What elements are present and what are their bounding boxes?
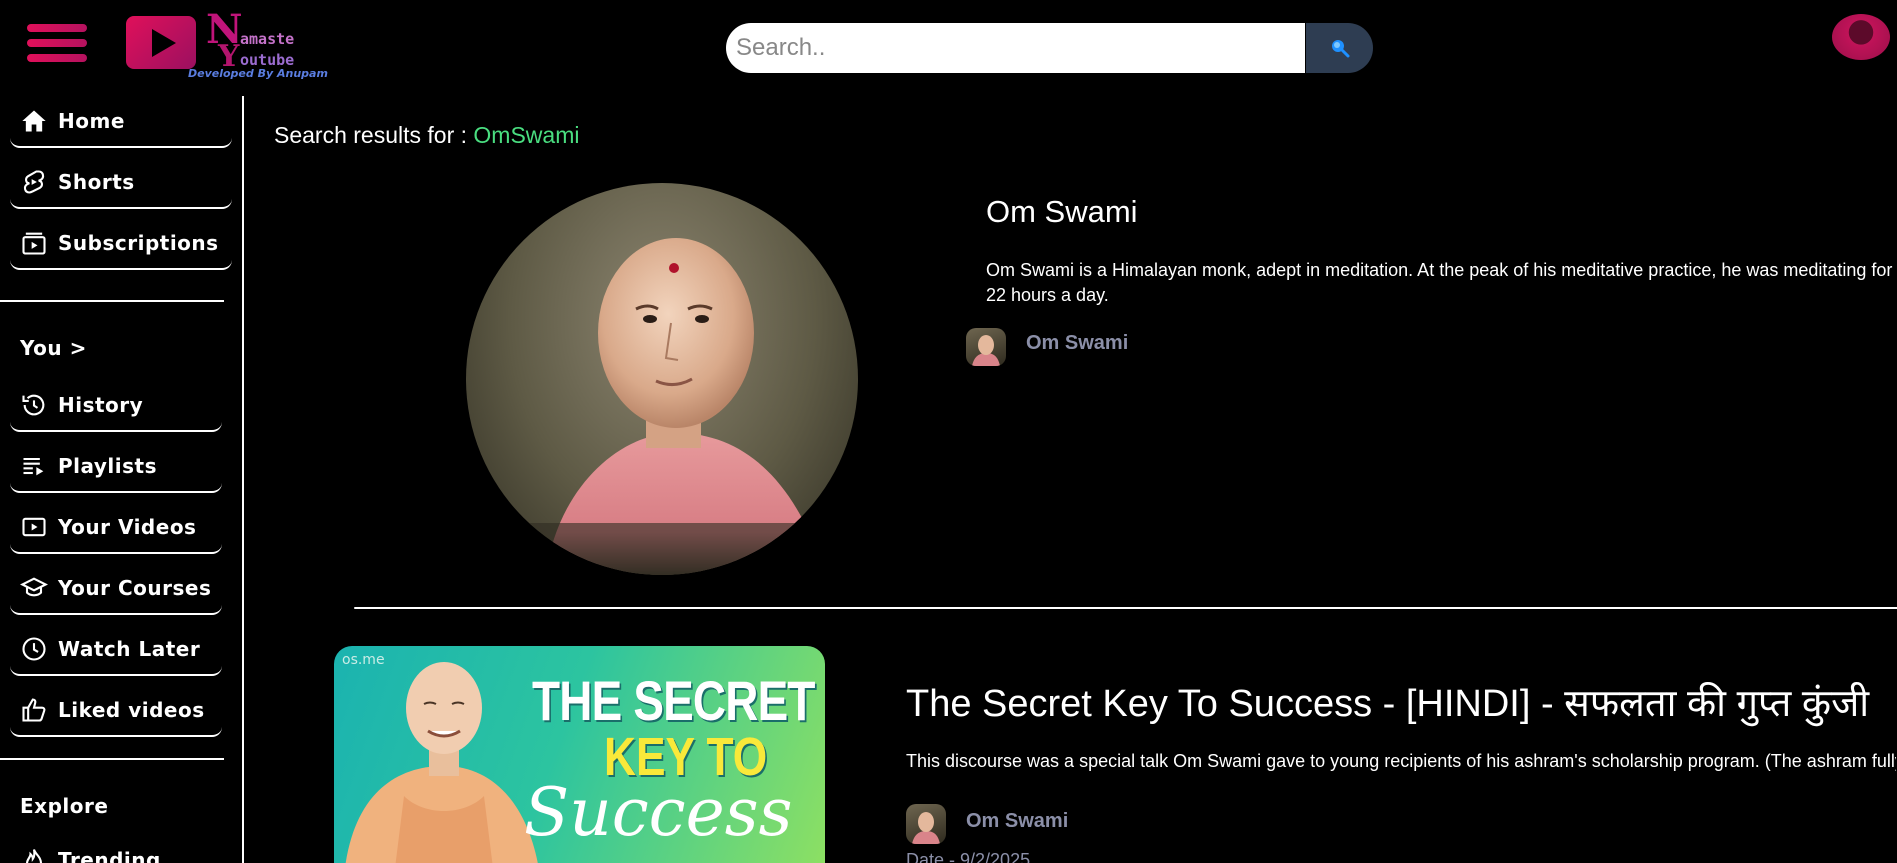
search-icon	[1331, 40, 1349, 58]
sidebar-item-label: Trending	[58, 848, 161, 863]
video-date: Date - 9/2/2025	[906, 850, 1031, 863]
user-avatar[interactable]	[1832, 14, 1890, 60]
sidebar-item-watch-later[interactable]: Watch Later	[10, 624, 222, 676]
sidebar-item-your-courses[interactable]: Your Courses	[10, 563, 222, 615]
sidebar-item-liked-videos[interactable]: Liked videos	[10, 685, 222, 737]
sidebar-item-home[interactable]: Home	[10, 96, 232, 148]
history-icon	[20, 391, 48, 419]
sidebar-item-label: Playlists	[58, 454, 158, 478]
sidebar-you-heading[interactable]: You >	[20, 336, 87, 360]
search-input[interactable]	[726, 23, 1305, 73]
playlists-icon	[20, 452, 48, 480]
thumbnail-text-line3: Success	[524, 774, 793, 851]
monk-portrait-image	[466, 238, 858, 575]
video-thumbnail[interactable]: os.me THE SECRET KEY TO Success	[334, 646, 825, 863]
channel-name[interactable]: Om Swami	[986, 194, 1138, 230]
sidebar-item-subscriptions[interactable]: Subscriptions	[10, 218, 232, 270]
sidebar: Home Shorts Subscriptions You > History …	[0, 96, 244, 863]
video-channel-thumbnail[interactable]	[906, 804, 946, 844]
video-description: This discourse was a special talk Om Swa…	[906, 751, 1896, 771]
search-results: Search results for : OmSwami Om Swami Om…	[246, 96, 1897, 863]
clock-icon	[20, 635, 48, 663]
search-bar	[726, 23, 1373, 73]
thumbnail-text-line1: THE SECRET	[532, 669, 815, 732]
results-query: OmSwami	[473, 122, 580, 148]
results-prefix: Search results for :	[274, 122, 474, 148]
channel-description: Om Swami is a Himalayan monk, adept in m…	[986, 260, 1893, 305]
results-divider	[354, 607, 1897, 609]
play-logo-icon	[126, 16, 196, 69]
sidebar-item-label: Shorts	[58, 170, 135, 194]
trending-icon	[20, 846, 48, 863]
sidebar-item-trending[interactable]: Trending	[10, 834, 222, 863]
sidebar-item-label: Your Videos	[58, 515, 197, 539]
sidebar-item-label: History	[58, 393, 144, 417]
sidebar-item-label: Home	[58, 109, 125, 133]
monk-thumbnail-figure	[345, 662, 538, 863]
sidebar-divider	[0, 300, 224, 302]
logo-developer-credit: Developed By Anupam	[188, 67, 328, 80]
home-icon	[20, 107, 48, 135]
channel-avatar[interactable]	[466, 183, 858, 575]
sidebar-item-label: Liked videos	[58, 698, 205, 722]
sidebar-item-history[interactable]: History	[10, 380, 222, 432]
courses-icon	[20, 574, 48, 602]
results-heading: Search results for : OmSwami	[274, 122, 579, 149]
sidebar-explore-heading: Explore	[20, 794, 109, 818]
sidebar-item-playlists[interactable]: Playlists	[10, 441, 222, 493]
top-header: N amaste Y outube Developed By Anupam	[0, 0, 1897, 96]
search-button[interactable]	[1306, 23, 1373, 73]
logo-word-amaste: amaste	[240, 30, 295, 48]
subscriptions-icon	[20, 229, 48, 257]
your-videos-icon	[20, 513, 48, 541]
sidebar-item-label: Subscriptions	[58, 231, 219, 255]
channel-link[interactable]: Om Swami	[1026, 332, 1128, 355]
sidebar-item-label: Watch Later	[58, 637, 201, 661]
app-logo[interactable]: N amaste Y outube Developed By Anupam	[126, 10, 336, 82]
monk-avatar-icon	[972, 335, 1000, 366]
video-channel-link[interactable]: Om Swami	[966, 810, 1068, 833]
sidebar-item-label: Your Courses	[58, 576, 212, 600]
shorts-icon	[20, 168, 48, 196]
sidebar-item-your-videos[interactable]: Your Videos	[10, 502, 222, 554]
sidebar-divider	[0, 758, 224, 760]
channel-thumbnail-small[interactable]	[966, 328, 1006, 366]
video-title[interactable]: The Secret Key To Success - [HINDI] - सफ…	[906, 676, 1869, 728]
monk-avatar-icon	[912, 812, 940, 844]
thumbs-up-icon	[20, 696, 48, 724]
hamburger-menu-icon[interactable]	[27, 24, 87, 62]
sidebar-item-shorts[interactable]: Shorts	[10, 157, 232, 209]
